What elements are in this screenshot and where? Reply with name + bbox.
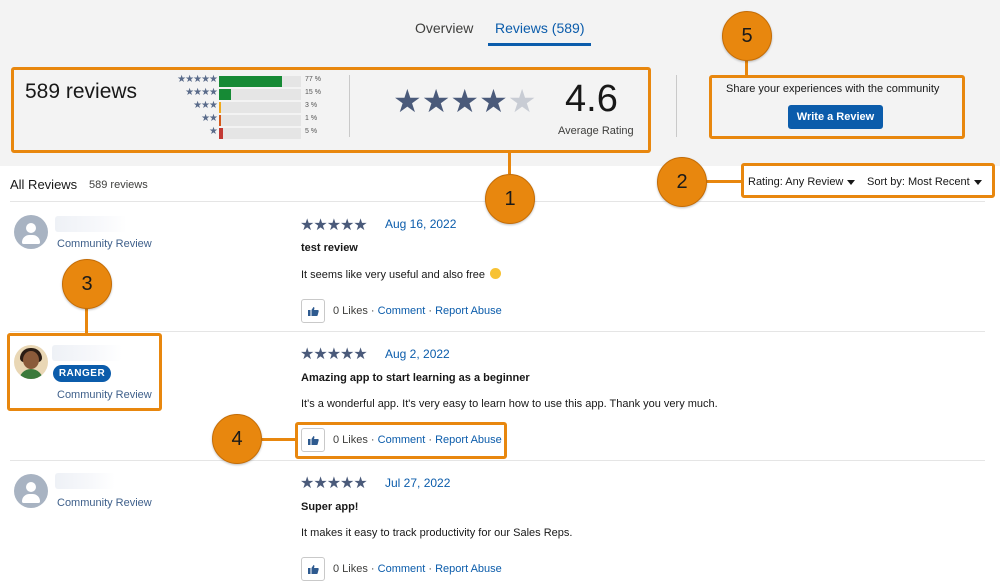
review-text: It makes it easy to track productivity f… (301, 527, 573, 539)
callout-connector (508, 152, 511, 174)
likes-count: 0 Likes (333, 563, 368, 575)
divider (10, 331, 985, 332)
callout-badge-2: 2 (657, 157, 707, 207)
review-date: Aug 2, 2022 (385, 347, 450, 361)
comment-link[interactable]: Comment (378, 563, 426, 575)
callout-connector (262, 438, 296, 441)
avatar[interactable] (14, 215, 48, 249)
review-text-row: It seems like very useful and also free (301, 268, 502, 281)
reviewer-name-redacted[interactable] (55, 473, 115, 489)
report-abuse-link[interactable]: Report Abuse (435, 563, 502, 575)
callout-badge-5: 5 (722, 11, 772, 61)
review-date: Jul 27, 2022 (385, 476, 451, 490)
reviewer-name-redacted[interactable] (55, 216, 127, 232)
review-title: test review (301, 242, 358, 254)
review-title: Super app! (301, 501, 359, 513)
thumbs-up-icon (308, 565, 319, 574)
review-actions: 0 Likes · Comment · Report Abuse (333, 305, 502, 317)
callout-badge-3: 3 (62, 259, 112, 309)
review-text: It seems like very useful and also free (301, 269, 486, 281)
like-button[interactable] (301, 557, 325, 581)
reviewer-role: Community Review (57, 497, 152, 509)
callout-connector (705, 180, 742, 183)
review-stars-icon: ★★★★★ (300, 475, 368, 492)
highlight-write-review (709, 75, 965, 139)
thumbs-up-icon (308, 307, 319, 316)
review-title: Amazing app to start learning as a begin… (301, 372, 530, 384)
all-reviews-count: 589 reviews (89, 179, 148, 191)
review-actions: 0 Likes · Comment · Report Abuse (333, 563, 502, 575)
callout-badge-1: 1 (485, 174, 535, 224)
tab-reviews[interactable]: Reviews (589) (495, 20, 584, 36)
tab-overview[interactable]: Overview (415, 20, 473, 36)
summary-divider (676, 75, 677, 137)
report-abuse-link[interactable]: Report Abuse (435, 305, 502, 317)
highlight-filters (741, 163, 995, 198)
like-button[interactable] (301, 299, 325, 323)
comment-link[interactable]: Comment (378, 305, 426, 317)
review-date: Aug 16, 2022 (385, 217, 457, 231)
likes-count: 0 Likes (333, 305, 368, 317)
review-stars-icon: ★★★★★ (300, 346, 368, 363)
all-reviews-title: All Reviews (10, 177, 78, 192)
callout-connector (85, 306, 88, 334)
highlight-ratings-summary (11, 67, 651, 153)
callout-badge-4: 4 (212, 414, 262, 464)
avatar[interactable] (14, 474, 48, 508)
highlight-like-comment (295, 422, 507, 459)
review-text: It's a wonderful app. It's very easy to … (301, 398, 718, 410)
reviewer-role: Community Review (57, 238, 152, 250)
highlight-reviewer-profile (7, 333, 162, 411)
heart-eyes-emoji-icon (490, 268, 502, 279)
review-stars-icon: ★★★★★ (300, 217, 368, 234)
divider (10, 460, 985, 461)
